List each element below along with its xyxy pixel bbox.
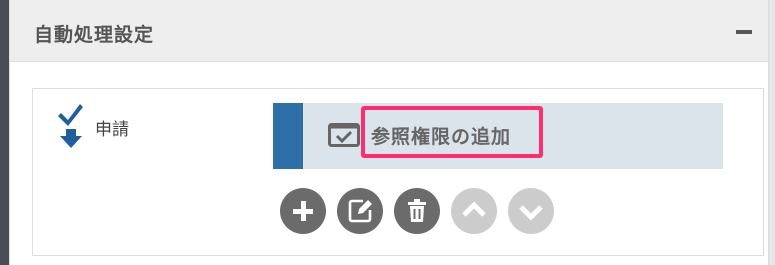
delete-button[interactable] [394, 188, 440, 234]
app-frame: 自動処理設定 申請 参照権限の追加 [0, 0, 775, 265]
trash-icon [408, 199, 426, 222]
checkbox-window-icon [328, 123, 360, 147]
add-button[interactable] [280, 188, 326, 234]
left-sidebar-edge [0, 0, 9, 265]
minus-icon[interactable] [736, 30, 752, 34]
action-label: 参照権限の追加 [371, 126, 512, 148]
action-stripe [273, 103, 303, 169]
move-up-button[interactable] [451, 188, 497, 234]
edit-icon [348, 199, 372, 223]
arrow-down-check-icon [58, 104, 83, 148]
event-section: 申請 参照権限の追加 [32, 88, 764, 256]
scrollbar[interactable] [769, 0, 775, 265]
auto-process-settings-panel: 自動処理設定 申請 参照権限の追加 [9, 0, 769, 265]
event-label: 申請 [95, 120, 129, 140]
action-item[interactable]: 参照権限の追加 [273, 103, 723, 169]
panel-header: 自動処理設定 [10, 0, 768, 62]
chevron-up-icon [462, 201, 486, 217]
panel-title: 自動処理設定 [34, 24, 155, 46]
plus-icon [293, 201, 313, 221]
edit-button[interactable] [337, 188, 383, 234]
move-down-button[interactable] [508, 188, 554, 234]
chevron-down-icon [519, 205, 543, 221]
